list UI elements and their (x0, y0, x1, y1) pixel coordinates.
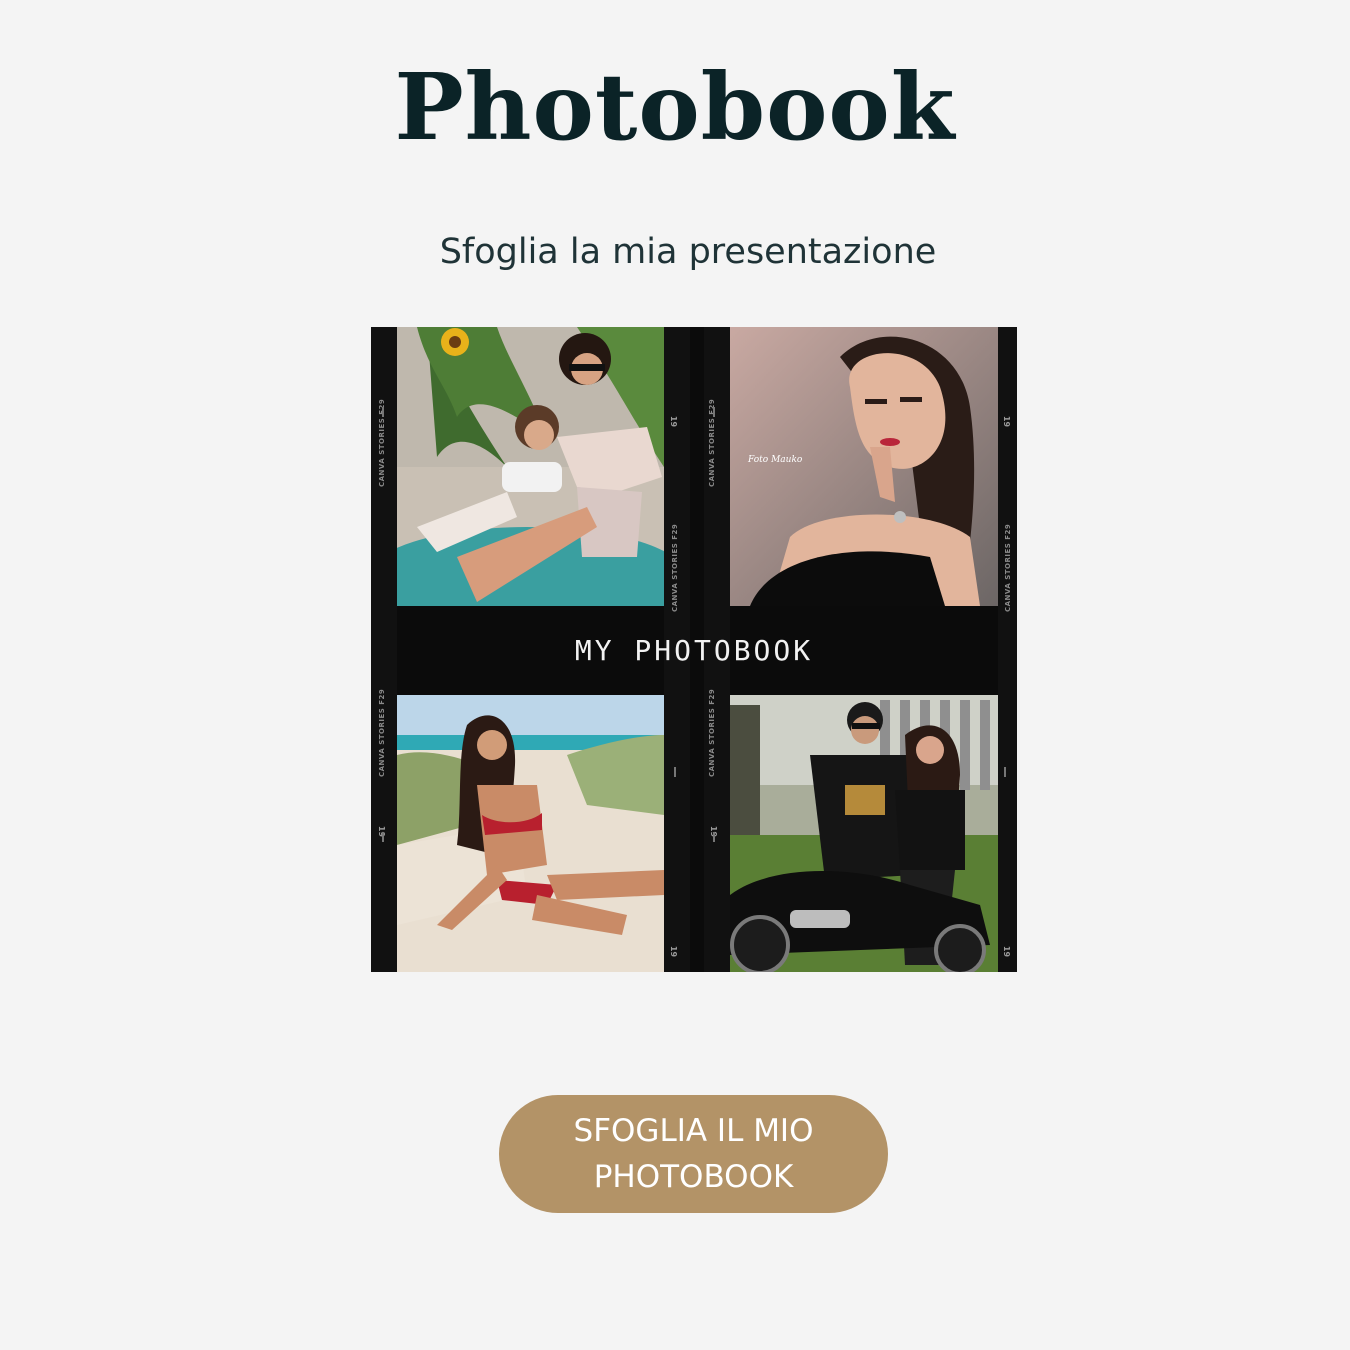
film-tick (382, 407, 384, 417)
photo-mother-child (397, 327, 664, 606)
browse-photobook-label: SFOGLIA IL MIO PHOTOBOOK (573, 1113, 814, 1195)
photo-beach (397, 695, 664, 972)
film-brand-label: CANVA STORIES F29 (671, 523, 679, 612)
film-brand-label: CANVA STORIES F29 (378, 688, 386, 777)
photo-motorcycle (730, 695, 998, 972)
page-subtitle: Sfoglia la mia presentazione (439, 232, 937, 272)
film-brand-label: CANVA STORIES F29 (1004, 523, 1012, 612)
browse-photobook-button[interactable]: SFOGLIA IL MIO PHOTOBOOK (499, 1095, 888, 1213)
film-tick (674, 767, 676, 777)
photobook-banner-text: MY PHOTOBOOK (574, 634, 814, 667)
film-tick (713, 407, 715, 417)
frame-number: 19 (669, 415, 679, 428)
photo-signature: Foto Mauko (747, 455, 803, 465)
photobook-collage-image: CANVA STORIES F29 CANVA STORIES F29 CANV… (371, 327, 1017, 972)
frame-number: 19 (1002, 415, 1012, 428)
film-tick (1004, 767, 1006, 777)
page-title: Photobook (394, 53, 956, 161)
film-tick (713, 832, 715, 842)
photo-portrait: Foto Mauko (730, 327, 998, 606)
film-tick (382, 832, 384, 842)
film-brand-label: CANVA STORIES F29 (708, 688, 716, 777)
